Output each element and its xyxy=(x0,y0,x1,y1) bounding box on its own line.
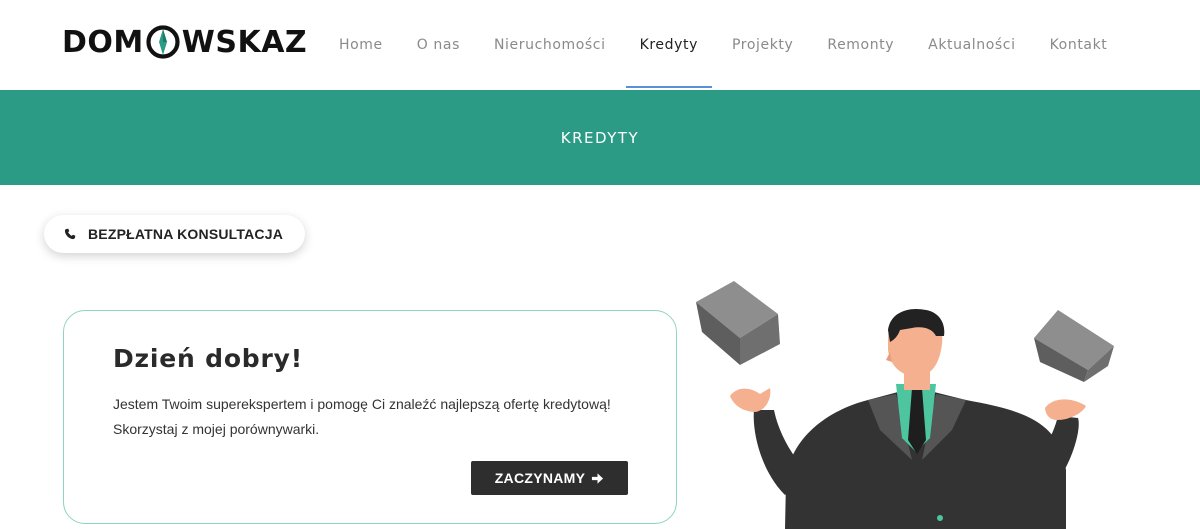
nav-label: Remonty xyxy=(827,37,895,53)
page-title: KREDYTY xyxy=(560,128,640,147)
person-head xyxy=(886,308,945,377)
cube-left-icon xyxy=(696,281,780,365)
logo-text-start: DOM xyxy=(62,24,144,60)
card-title: Dzień dobry! xyxy=(113,344,303,373)
nav-item-aktualnosci[interactable]: Aktualności xyxy=(911,0,1032,90)
nav-item-o-nas[interactable]: O nas xyxy=(400,0,477,90)
nav-label: Nieruchomości xyxy=(493,37,606,53)
logo[interactable]: DOM WSKAZ xyxy=(62,24,307,60)
welcome-card: Dzień dobry! Jestem Twoim superekspertem… xyxy=(63,310,677,524)
start-button-label: ZACZYNAMY xyxy=(494,470,586,486)
card-description: Jestem Twoim superekspertem i pomogę Ci … xyxy=(113,392,653,442)
nav-item-kredyty[interactable]: Kredyty xyxy=(623,0,715,90)
cube-right-icon xyxy=(1034,310,1114,382)
card-text-line: Skorzystaj z mojej porównywarki. xyxy=(113,421,320,437)
nav-label: Kredyty xyxy=(639,37,698,53)
nav-item-nieruchomosci[interactable]: Nieruchomości xyxy=(477,0,623,90)
nav-item-projekty[interactable]: Projekty xyxy=(715,0,810,90)
businessman-illustration xyxy=(696,281,1114,529)
site-header: DOM WSKAZ Home O nas Nieruchomości Kredy… xyxy=(0,0,1200,90)
nav-item-kontakt[interactable]: Kontakt xyxy=(1033,0,1125,90)
free-consultation-button[interactable]: BEZPŁATNA KONSULTACJA xyxy=(44,215,306,253)
nav-item-home[interactable]: Home xyxy=(322,0,400,90)
nav-label: O nas xyxy=(416,37,460,53)
arrow-right-icon xyxy=(592,472,604,484)
compass-icon xyxy=(146,25,180,59)
page-banner: KREDYTY xyxy=(0,90,1200,185)
logo-text-end: WSKAZ xyxy=(181,24,308,60)
card-text-line: Jestem Twoim superekspertem i pomogę Ci … xyxy=(113,396,611,412)
free-consultation-label: BEZPŁATNA KONSULTACJA xyxy=(88,226,284,242)
main-nav: Home O nas Nieruchomości Kredyty Projekt… xyxy=(322,0,1124,90)
nav-label: Aktualności xyxy=(928,37,1016,53)
nav-item-remonty[interactable]: Remonty xyxy=(810,0,911,90)
start-button[interactable]: ZACZYNAMY xyxy=(471,461,628,495)
nav-label: Kontakt xyxy=(1049,37,1108,53)
nav-label: Home xyxy=(339,37,383,53)
nav-label: Projekty xyxy=(731,37,794,53)
phone-icon xyxy=(64,228,76,240)
